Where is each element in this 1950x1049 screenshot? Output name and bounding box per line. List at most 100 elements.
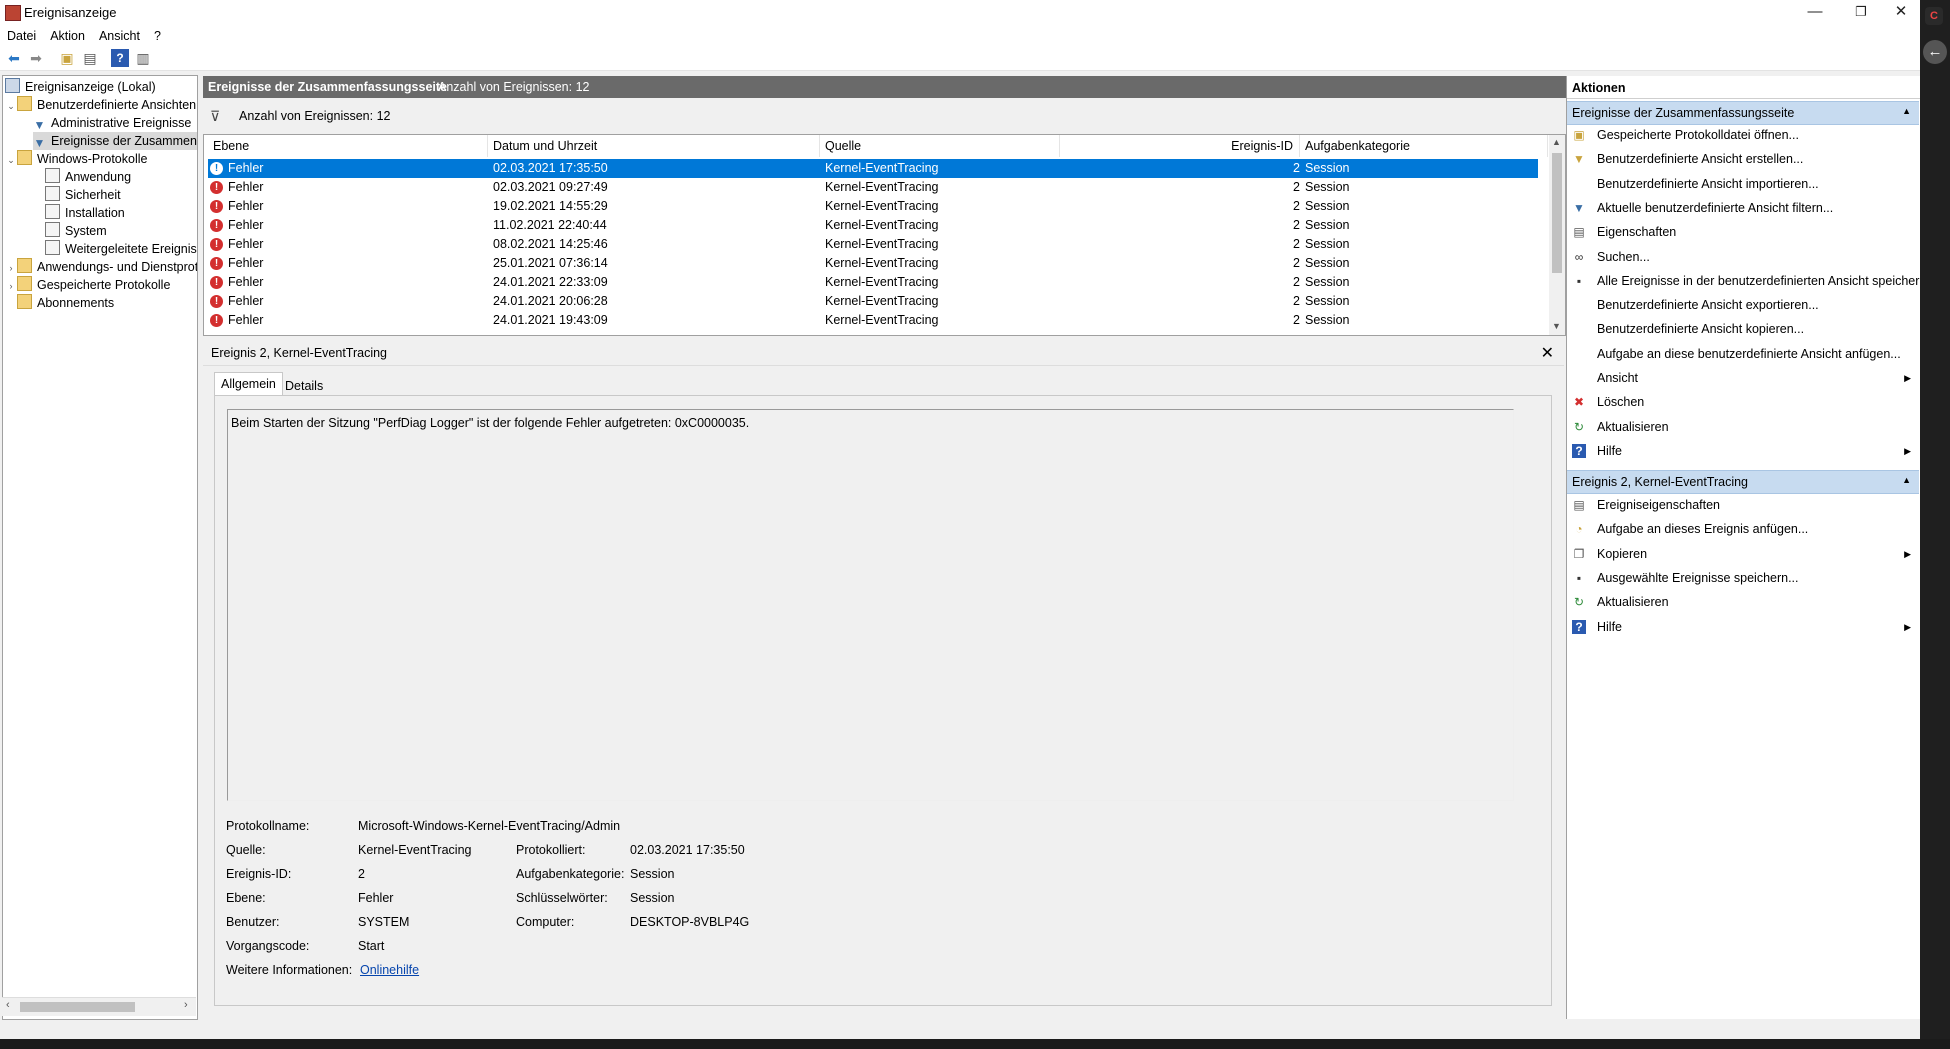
- error-icon: !: [210, 181, 223, 194]
- table-row[interactable]: ! Fehler 24.01.2021 19:43:09 Kernel-EventTr…: [208, 311, 1538, 330]
- folder-icon: [17, 276, 32, 291]
- close-button[interactable]: ✕: [1878, 0, 1924, 26]
- action-kopieren[interactable]: ❐ Kopieren ▶: [1567, 543, 1919, 565]
- cell-level: Fehler: [228, 237, 264, 251]
- scrollbar-thumb[interactable]: [20, 1002, 135, 1012]
- events-table: Ebene Datum und Uhrzeit Quelle Ereignis-…: [203, 134, 1566, 336]
- action-gespeicherte-protokolldatei-öffnen[interactable]: ▣ Gespeicherte Protokolldatei öffnen...: [1567, 124, 1919, 146]
- actions-section-event[interactable]: Ereignis 2, Kernel-EventTracing ▲: [1567, 470, 1919, 494]
- table-row[interactable]: ! Fehler 02.03.2021 17:35:50 Kernel-EventTr…: [208, 159, 1538, 178]
- chevron-right-icon[interactable]: ›: [5, 277, 17, 295]
- action-aktualisieren[interactable]: ↻ Aktualisieren: [1567, 416, 1919, 438]
- tree-node-saved-logs[interactable]: › Gespeicherte Protokolle: [5, 276, 170, 294]
- column-header-event-id[interactable]: Ereignis-ID: [1060, 135, 1300, 157]
- tab-general[interactable]: Allgemein: [214, 372, 283, 395]
- cell-level: Fehler: [228, 313, 264, 327]
- action-aktualisieren[interactable]: ↻ Aktualisieren: [1567, 591, 1919, 613]
- tree-node-admin-events[interactable]: ▼ Administrative Ereignisse: [33, 114, 192, 132]
- show-hide-action-pane-icon[interactable]: ▥: [134, 49, 152, 67]
- action-eigenschaften[interactable]: ▤ Eigenschaften: [1567, 221, 1919, 243]
- action-löschen[interactable]: ✖ Löschen: [1567, 391, 1919, 413]
- tree-node-summary-events[interactable]: ▼Ereignisse der Zusammenfassungsseite: [33, 132, 197, 150]
- close-icon[interactable]: ✕: [1541, 343, 1554, 363]
- tree-node-system[interactable]: System: [45, 222, 107, 240]
- column-header-task-category[interactable]: Aufgabenkategorie: [1300, 135, 1548, 157]
- chevron-down-icon[interactable]: ⌄: [5, 97, 17, 115]
- collapse-icon[interactable]: ▲: [1902, 106, 1911, 116]
- action-benutzerdefinierte-ansicht-exportieren[interactable]: Benutzerdefinierte Ansicht exportieren..…: [1567, 294, 1919, 316]
- forward-icon[interactable]: ➡: [27, 49, 45, 67]
- online-help-link[interactable]: Onlinehilfe: [360, 963, 419, 977]
- tab-details[interactable]: Details: [279, 375, 329, 397]
- action-aufgabe-an-diese-benutzerdefinierte-ansicht-anfügen[interactable]: Aufgabe an diese benutzerdefinierte Ansi…: [1567, 343, 1919, 365]
- tree-node-security[interactable]: Sicherheit: [45, 186, 121, 204]
- action-suchen[interactable]: ∞ Suchen...: [1567, 246, 1919, 268]
- folder-icon: [17, 258, 32, 273]
- tree-node-subscriptions[interactable]: Abonnements: [17, 294, 114, 312]
- table-row[interactable]: ! Fehler 25.01.2021 07:36:14 Kernel-EventTr…: [208, 254, 1538, 273]
- column-header-datetime[interactable]: Datum und Uhrzeit: [488, 135, 820, 157]
- tree-node-setup[interactable]: Installation: [45, 204, 125, 222]
- event-message-box[interactable]: Beim Starten der Sitzung "PerfDiag Logge…: [227, 409, 1514, 801]
- app-badge-icon[interactable]: C: [1925, 7, 1943, 25]
- value-opcode: Start: [358, 939, 385, 953]
- scroll-right-icon[interactable]: ›: [184, 999, 188, 1011]
- cell-datetime: 02.03.2021 17:35:50: [493, 161, 608, 175]
- actions-section-view[interactable]: Ereignisse der Zusammenfassungsseite ▲: [1567, 101, 1919, 125]
- back-icon[interactable]: ⬅: [5, 49, 23, 67]
- action-benutzerdefinierte-ansicht-importieren[interactable]: Benutzerdefinierte Ansicht importieren..…: [1567, 173, 1919, 195]
- show-hide-tree-icon[interactable]: ▤: [81, 49, 99, 67]
- label-level: Ebene:: [226, 891, 266, 905]
- action-benutzerdefinierte-ansicht-kopieren[interactable]: Benutzerdefinierte Ansicht kopieren...: [1567, 318, 1919, 340]
- scroll-left-icon[interactable]: ‹: [6, 999, 10, 1011]
- up-folder-icon[interactable]: ▣: [58, 49, 76, 67]
- menu-ansicht[interactable]: Ansicht: [92, 26, 147, 46]
- action-ereigniseigenschaften[interactable]: ▤ Ereigniseigenschaften: [1567, 494, 1919, 516]
- menu-datei[interactable]: Datei: [0, 26, 43, 46]
- chevron-down-icon[interactable]: ⌄: [5, 151, 17, 169]
- action-ausgewählte-ereignisse-speichern[interactable]: ▪ Ausgewählte Ereignisse speichern...: [1567, 567, 1919, 589]
- tree-node-forwarded-events[interactable]: Weitergeleitete Ereignisse: [45, 240, 197, 258]
- action-hilfe[interactable]: ? Hilfe ▶: [1567, 616, 1919, 638]
- action-alle-ereignisse-in-der-benutzerdefinierten-ansicht-speichern-unter[interactable]: ▪ Alle Ereignisse in der benutzerdefinier…: [1567, 270, 1950, 292]
- tree-node-application[interactable]: Anwendung: [45, 168, 131, 186]
- help-icon[interactable]: ?: [111, 49, 129, 67]
- tree-node-app-service-logs[interactable]: ›Anwendungs- und Dienstprotokolle: [5, 258, 197, 277]
- cell-source: Kernel-EventTracing: [825, 313, 939, 327]
- menu-aktion[interactable]: Aktion: [43, 26, 92, 46]
- log-icon: [45, 186, 60, 201]
- action-aufgabe-an-dieses-ereignis-anfügen[interactable]: ◔ Aufgabe an dieses Ereignis anfügen...: [1567, 518, 1919, 540]
- menu-help[interactable]: ?: [147, 26, 168, 46]
- back-arrow-icon[interactable]: ←: [1923, 40, 1947, 64]
- label-task-category: Aufgabenkategorie:: [516, 867, 625, 881]
- scroll-down-icon[interactable]: ▼: [1552, 321, 1561, 331]
- table-row[interactable]: ! Fehler 02.03.2021 09:27:49 Kernel-EventTr…: [208, 178, 1538, 197]
- folder-icon: [17, 150, 32, 165]
- table-row[interactable]: ! Fehler 24.01.2021 20:06:28 Kernel-EventTr…: [208, 292, 1538, 311]
- scrollbar-thumb[interactable]: [1552, 153, 1562, 273]
- column-header-source[interactable]: Quelle: [820, 135, 1060, 157]
- minimize-button[interactable]: —: [1792, 0, 1838, 26]
- table-row[interactable]: ! Fehler 19.02.2021 14:55:29 Kernel-EventTr…: [208, 197, 1538, 216]
- scroll-up-icon[interactable]: ▲: [1552, 137, 1561, 147]
- chevron-right-icon[interactable]: ›: [5, 259, 17, 277]
- save-icon: ▪: [1576, 570, 1582, 585]
- refresh-icon: ↻: [1573, 419, 1585, 434]
- column-header-level[interactable]: Ebene: [208, 135, 488, 157]
- collapse-icon[interactable]: ▲: [1902, 475, 1911, 485]
- label-event-id: Ereignis-ID:: [226, 867, 292, 881]
- label-source: Quelle:: [226, 843, 266, 857]
- tree-node-custom-views[interactable]: ⌄ Benutzerdefinierte Ansichten: [5, 96, 196, 114]
- table-row[interactable]: ! Fehler 24.01.2021 22:33:09 Kernel-EventTr…: [208, 273, 1538, 292]
- action-ansicht[interactable]: Ansicht ▶: [1567, 367, 1919, 389]
- events-vertical-scrollbar[interactable]: ▲ ▼: [1549, 135, 1565, 335]
- table-row[interactable]: ! Fehler 08.02.2021 14:25:46 Kernel-EventTr…: [208, 235, 1538, 254]
- action-aktuelle-benutzerdefinierte-ansicht-filtern[interactable]: ▼ Aktuelle benutzerdefinierte Ansicht fil…: [1567, 197, 1919, 219]
- tree-node-windows-logs[interactable]: ⌄ Windows-Protokolle: [5, 150, 147, 168]
- action-benutzerdefinierte-ansicht-erstellen[interactable]: ▼ Benutzerdefinierte Ansicht erstellen...: [1567, 148, 1919, 170]
- cell-event-id: 2: [1293, 237, 1300, 251]
- action-hilfe[interactable]: ? Hilfe ▶: [1567, 440, 1919, 462]
- table-row[interactable]: ! Fehler 11.02.2021 22:40:44 Kernel-EventTr…: [208, 216, 1538, 235]
- tree-node-local[interactable]: Ereignisanzeige (Lokal): [5, 78, 156, 96]
- tree-horizontal-scrollbar[interactable]: ‹ ›: [2, 997, 196, 1016]
